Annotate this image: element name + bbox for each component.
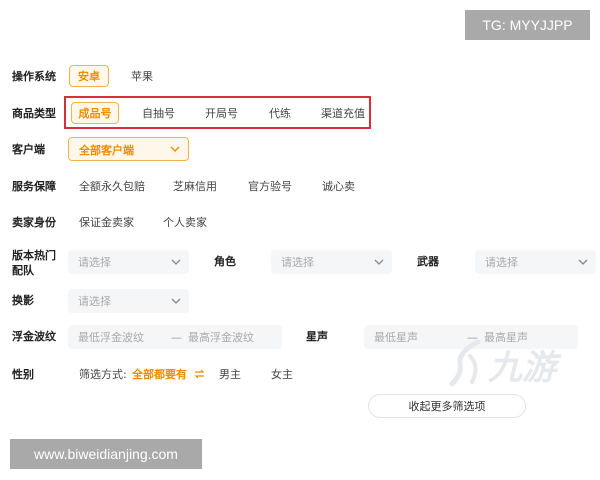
chevron-down-icon <box>374 259 384 265</box>
watermark-top: TG: MYYJJPP <box>465 10 590 40</box>
team-select[interactable]: 请选择 <box>68 250 189 274</box>
chevron-down-icon <box>578 259 588 265</box>
role-select[interactable]: 请选择 <box>271 250 392 274</box>
float-gold-separator: — <box>171 330 182 344</box>
weapon-label: 武器 <box>417 255 439 268</box>
gender-label: 性别 <box>12 368 34 381</box>
role-select-placeholder: 请选择 <box>281 256 314 269</box>
seller-option-personal[interactable]: 个人卖家 <box>163 216 207 230</box>
product-type-option-self-draw[interactable]: 自抽号 <box>142 107 175 121</box>
chevron-down-icon <box>170 146 180 152</box>
product-type-option-starter[interactable]: 开局号 <box>205 107 238 121</box>
service-label: 服务保障 <box>12 180 56 193</box>
skin-select-placeholder: 请选择 <box>78 295 111 308</box>
brand-logo-icon <box>449 339 481 387</box>
seller-option-deposit[interactable]: 保证金卖家 <box>79 216 134 230</box>
seller-label: 卖家身份 <box>12 216 56 229</box>
service-option-sesame-credit[interactable]: 芝麻信用 <box>173 180 217 194</box>
collapse-filters-button[interactable]: 收起更多筛选项 <box>368 394 526 418</box>
brand-watermark-text: 九游 <box>488 348 556 388</box>
team-select-placeholder: 请选择 <box>78 256 111 269</box>
os-option-ios[interactable]: 苹果 <box>131 70 153 84</box>
product-type-label: 商品类型 <box>12 107 56 120</box>
gender-filter-value[interactable]: 全部都要有 <box>132 368 205 382</box>
gender-filter-label: 筛选方式: <box>79 368 127 381</box>
product-type-option-boosting[interactable]: 代练 <box>269 107 291 121</box>
service-option-full-refund[interactable]: 全额永久包赔 <box>79 180 145 194</box>
star-voice-label: 星声 <box>306 330 328 343</box>
gender-option-female[interactable]: 女主 <box>271 368 293 382</box>
client-select[interactable]: 全部客户端 <box>68 137 189 161</box>
float-gold-max-input[interactable]: 最高浮金波纹 <box>188 329 254 345</box>
service-option-sincere-sell[interactable]: 诚心卖 <box>322 180 355 194</box>
chevron-down-icon <box>171 259 181 265</box>
gender-filter-value-text: 全部都要有 <box>132 368 187 381</box>
brand-watermark: 九游 <box>448 330 568 390</box>
skin-label: 换影 <box>12 294 34 307</box>
client-select-value: 全部客户端 <box>79 144 134 157</box>
team-label: 版本热门配队 <box>12 249 56 277</box>
watermark-bottom: www.biweidianjing.com <box>10 439 202 469</box>
star-voice-min-input[interactable]: 最低星声 <box>374 329 418 345</box>
service-option-official-check[interactable]: 官方验号 <box>248 180 292 194</box>
role-label: 角色 <box>214 255 236 268</box>
os-label: 操作系统 <box>12 70 56 83</box>
product-type-option-channel-recharge[interactable]: 渠道充值 <box>321 107 365 121</box>
skin-select[interactable]: 请选择 <box>68 289 189 313</box>
float-gold-range: 最低浮金波纹 — 最高浮金波纹 <box>68 325 282 349</box>
gender-option-male[interactable]: 男主 <box>219 368 241 382</box>
chevron-down-icon <box>171 298 181 304</box>
client-label: 客户端 <box>12 143 45 156</box>
weapon-select[interactable]: 请选择 <box>475 250 596 274</box>
switch-arrows-icon <box>194 369 205 379</box>
product-type-option-finished[interactable]: 成品号 <box>71 102 119 124</box>
float-gold-min-input[interactable]: 最低浮金波纹 <box>78 329 144 345</box>
float-gold-label: 浮金波纹 <box>12 330 56 343</box>
weapon-select-placeholder: 请选择 <box>485 256 518 269</box>
collapse-filters-label: 收起更多筛选项 <box>408 400 486 413</box>
os-option-android[interactable]: 安卓 <box>69 65 109 87</box>
